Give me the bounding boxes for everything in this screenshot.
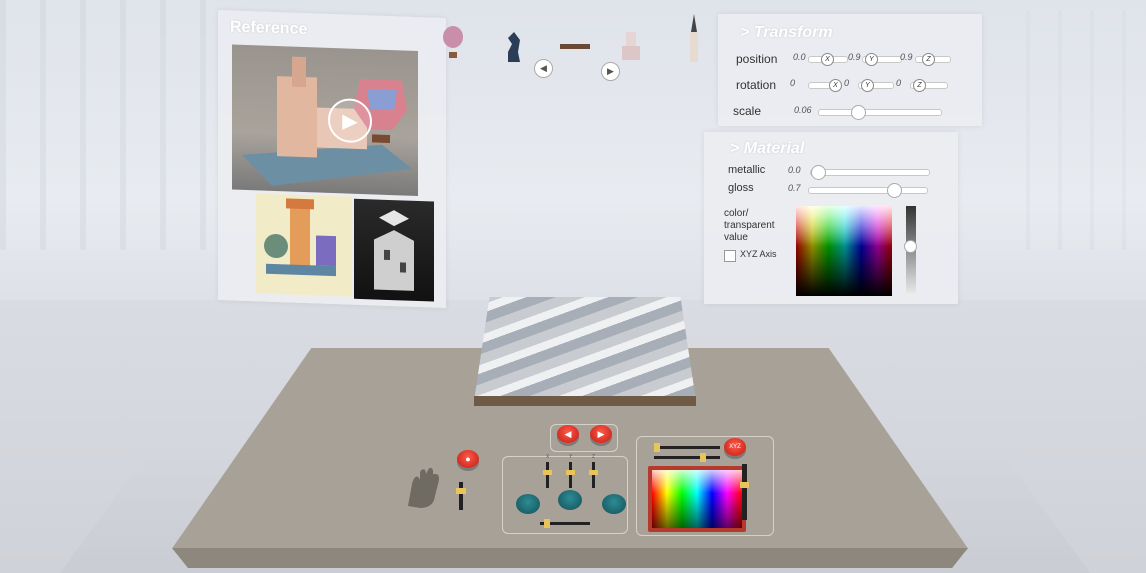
metallic-fader-track	[654, 446, 720, 449]
sample-tile[interactable]	[474, 297, 696, 401]
hand-icon	[408, 467, 440, 508]
metallic-label: metallic	[728, 164, 766, 176]
castle-object[interactable]	[620, 22, 642, 62]
z-fader[interactable]	[589, 470, 598, 475]
xyz-axis-label: XYZ Axis	[740, 249, 777, 259]
console-color-picker[interactable]	[648, 466, 746, 532]
reference-panel: Reference ▶	[218, 10, 446, 308]
scale-slider[interactable]	[818, 105, 942, 120]
reference-main-image: ▶	[232, 44, 418, 197]
z-fader-track	[592, 462, 595, 488]
left-lever-track	[459, 482, 463, 510]
gloss-label: gloss	[728, 182, 754, 194]
rotation-x-knob[interactable]: X	[829, 79, 842, 92]
console-next-button[interactable]: ▶	[590, 425, 612, 443]
xyz-toggle-button[interactable]: XYZ	[724, 438, 746, 456]
reference-image-3	[354, 198, 434, 302]
position-label: position	[736, 52, 778, 66]
y-fader-track	[569, 462, 572, 488]
carousel-next-button[interactable]: ▶	[601, 62, 620, 81]
metallic-slider[interactable]	[810, 165, 930, 180]
position-x-knob[interactable]: X	[821, 53, 834, 66]
rotate-z-knob[interactable]	[602, 494, 626, 514]
tower-object[interactable]	[684, 14, 704, 64]
alpha-fader[interactable]	[740, 482, 749, 488]
carousel-prev-button[interactable]: ◀	[534, 59, 553, 78]
rotate-x-knob[interactable]	[516, 494, 540, 514]
left-lever-handle[interactable]	[456, 488, 466, 494]
y-fader[interactable]	[566, 470, 575, 475]
console-x-label: X	[546, 454, 550, 460]
reset-button[interactable]: ●	[457, 450, 479, 468]
work-table-edge	[172, 548, 968, 568]
material-panel: > Material metallic 0.0 gloss 0.7 color/…	[704, 132, 958, 304]
hot-air-balloon-object[interactable]	[442, 26, 464, 60]
position-z-slider[interactable]: Z	[915, 53, 951, 66]
xyz-axis-checkbox[interactable]	[724, 250, 736, 262]
rotation-x-slider[interactable]: X	[808, 79, 842, 92]
rotation-x-value: 0	[790, 78, 796, 88]
x-fader-track	[546, 462, 549, 488]
rotation-z-slider[interactable]: Z	[910, 79, 948, 92]
plank-object[interactable]	[560, 44, 590, 50]
position-z-value: 0.9	[900, 52, 913, 62]
rotation-y-value: 0	[844, 78, 850, 88]
gloss-knob[interactable]	[887, 183, 902, 198]
background-window-right	[1026, 10, 1146, 250]
position-y-slider[interactable]: Y	[862, 53, 902, 66]
sample-tile-side	[474, 396, 696, 406]
position-x-slider[interactable]: X	[808, 53, 848, 66]
rotation-y-knob[interactable]: Y	[861, 79, 874, 92]
gloss-slider[interactable]	[808, 183, 928, 198]
gloss-value: 0.7	[788, 183, 801, 193]
metallic-fader[interactable]	[654, 443, 660, 452]
reference-image-2	[256, 193, 352, 297]
metallic-value: 0.0	[788, 165, 801, 175]
alpha-knob[interactable]	[904, 240, 917, 253]
rotation-z-knob[interactable]: Z	[913, 79, 926, 92]
scale-label: scale	[733, 104, 762, 118]
rotation-z-value: 0	[896, 78, 902, 88]
gloss-fader-track	[654, 456, 720, 459]
transform-title: > Transform	[740, 24, 833, 41]
rotate-y-knob[interactable]	[558, 490, 582, 510]
transform-panel: > Transform position 0.0 X 0.9 Y 0.9 Z r…	[718, 14, 982, 126]
color-transparent-label: color/ transparent value	[724, 208, 775, 243]
position-y-knob[interactable]: Y	[865, 53, 878, 66]
chess-knight-object[interactable]	[504, 30, 524, 64]
position-z-knob[interactable]: Z	[922, 53, 935, 66]
alpha-slider[interactable]	[904, 206, 917, 296]
rotation-y-slider[interactable]: Y	[858, 79, 894, 92]
x-fader[interactable]	[543, 470, 552, 475]
position-x-value: 0.0	[793, 52, 806, 62]
scale-fader[interactable]	[544, 519, 550, 528]
gloss-fader[interactable]	[700, 453, 706, 462]
scale-value: 0.06	[794, 105, 812, 115]
material-title: > Material	[730, 140, 805, 157]
play-video-button[interactable]: ▶	[328, 97, 372, 144]
background-window-left	[0, 0, 240, 250]
console-y-label: Y	[569, 454, 573, 460]
reference-title: Reference	[230, 18, 308, 39]
position-y-value: 0.9	[848, 52, 861, 62]
console-prev-button[interactable]: ◀	[557, 425, 579, 443]
metallic-knob[interactable]	[811, 165, 826, 180]
rotation-label: rotation	[736, 78, 777, 92]
alpha-fader-track	[742, 464, 747, 520]
console-z-label: Z	[592, 454, 596, 460]
scale-knob[interactable]	[851, 105, 866, 120]
color-picker[interactable]	[796, 206, 892, 296]
